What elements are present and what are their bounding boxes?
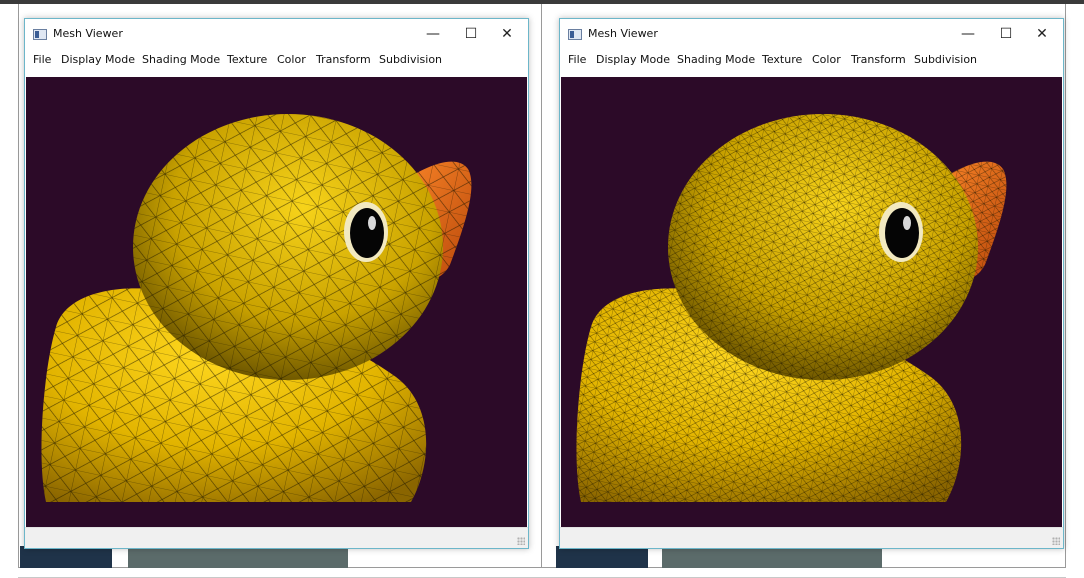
menu-color[interactable]: Color	[277, 53, 306, 66]
menu-bar: File Display Mode Shading Mode Texture C…	[560, 49, 1063, 71]
menu-shading-mode[interactable]: Shading Mode	[677, 53, 755, 66]
title-bar[interactable]: Mesh Viewer — ☐ ✕	[560, 19, 1063, 49]
menu-file[interactable]: File	[33, 53, 51, 66]
eye-pupil	[885, 208, 919, 258]
status-bar	[25, 527, 528, 548]
duck-render-right	[576, 114, 1007, 502]
menu-file[interactable]: File	[568, 53, 586, 66]
menu-shading-mode[interactable]: Shading Mode	[142, 53, 220, 66]
menu-subdivision[interactable]: Subdivision	[914, 53, 977, 66]
app-window-icon	[33, 29, 47, 40]
close-icon[interactable]: ✕	[490, 23, 524, 45]
menu-display-mode[interactable]: Display Mode	[596, 53, 670, 66]
background-window-strip	[662, 546, 882, 568]
menu-texture[interactable]: Texture	[762, 53, 802, 66]
app-window-icon	[568, 29, 582, 40]
menu-transform[interactable]: Transform	[316, 53, 371, 66]
eye-pupil	[350, 208, 384, 258]
status-bar	[560, 527, 1063, 548]
menu-texture[interactable]: Texture	[227, 53, 267, 66]
background-window-strip	[128, 546, 348, 568]
background-window-strip	[20, 546, 112, 568]
close-icon[interactable]: ✕	[1025, 23, 1059, 45]
render-viewport[interactable]	[26, 77, 527, 529]
window-title: Mesh Viewer	[53, 27, 123, 40]
title-bar[interactable]: Mesh Viewer — ☐ ✕	[25, 19, 528, 49]
mesh-viewer-window-right: Mesh Viewer — ☐ ✕ File Display Mode Shad…	[559, 18, 1064, 549]
window-title: Mesh Viewer	[588, 27, 658, 40]
background-window-strip	[556, 546, 648, 568]
mesh-viewer-window-left: Mesh Viewer — ☐ ✕ File Display Mode Shad…	[24, 18, 529, 549]
menu-color[interactable]: Color	[812, 53, 841, 66]
menu-display-mode[interactable]: Display Mode	[61, 53, 135, 66]
resize-grip-icon[interactable]	[517, 537, 525, 545]
maximize-icon[interactable]: ☐	[989, 23, 1023, 45]
menu-subdivision[interactable]: Subdivision	[379, 53, 442, 66]
maximize-icon[interactable]: ☐	[454, 23, 488, 45]
minimize-icon[interactable]: —	[951, 23, 985, 45]
duck-render-left	[41, 114, 472, 502]
render-viewport[interactable]	[561, 77, 1062, 529]
minimize-icon[interactable]: —	[416, 23, 450, 45]
menu-bar: File Display Mode Shading Mode Texture C…	[25, 49, 528, 71]
resize-grip-icon[interactable]	[1052, 537, 1060, 545]
menu-transform[interactable]: Transform	[851, 53, 906, 66]
